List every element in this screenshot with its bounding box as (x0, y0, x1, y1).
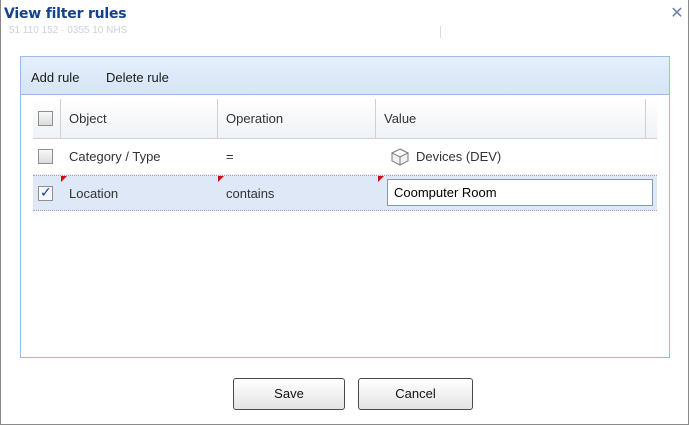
row-checkbox[interactable] (38, 149, 53, 164)
delete-rule-button[interactable]: Delete rule (106, 70, 169, 85)
row-object[interactable]: Category / Type (61, 139, 161, 175)
select-all-checkbox[interactable] (38, 111, 53, 126)
table-row[interactable]: Category / Type = Devices (DEV) (33, 139, 657, 175)
rules-grid: Object Operation Value Category / Type =… (33, 99, 657, 253)
header-select-cell (33, 99, 61, 139)
row-operation[interactable]: contains (218, 176, 274, 212)
column-header-value[interactable]: Value (376, 99, 646, 139)
row-operation[interactable]: = (218, 139, 234, 175)
row-object[interactable]: Location (61, 176, 118, 212)
column-header-operation[interactable]: Operation (218, 99, 376, 139)
background-ghost-text: 51 110 152 · 0355 10 NHS (9, 25, 128, 36)
background-divider (440, 26, 441, 38)
add-rule-button[interactable]: Add rule (31, 70, 79, 85)
row-value: Devices (DEV) (416, 149, 502, 164)
dialog-title: View filter rules (4, 6, 127, 22)
column-header-object[interactable]: Object (61, 99, 218, 139)
cube-icon (391, 148, 409, 166)
cancel-button[interactable]: Cancel (358, 378, 473, 410)
row-value-cell[interactable]: Devices (DEV) (376, 139, 646, 175)
dirty-marker-icon (378, 176, 384, 182)
save-button[interactable]: Save (233, 378, 345, 410)
table-row[interactable]: ✓ Location contains (33, 175, 657, 211)
grid-header: Object Operation Value (33, 99, 657, 139)
dialog-titlebar[interactable]: View filter rules 51 110 152 · 0355 10 N… (1, 0, 688, 38)
value-edit-field[interactable] (387, 179, 653, 206)
rules-panel: Add rule Delete rule Object Operation Va… (20, 56, 670, 358)
close-icon[interactable]: ✕ (669, 5, 685, 21)
rules-toolbar: Add rule Delete rule (21, 57, 669, 95)
row-checkbox[interactable]: ✓ (38, 184, 53, 201)
checkmark-icon: ✓ (40, 184, 52, 200)
filter-rules-dialog: View filter rules 51 110 152 · 0355 10 N… (0, 0, 689, 425)
